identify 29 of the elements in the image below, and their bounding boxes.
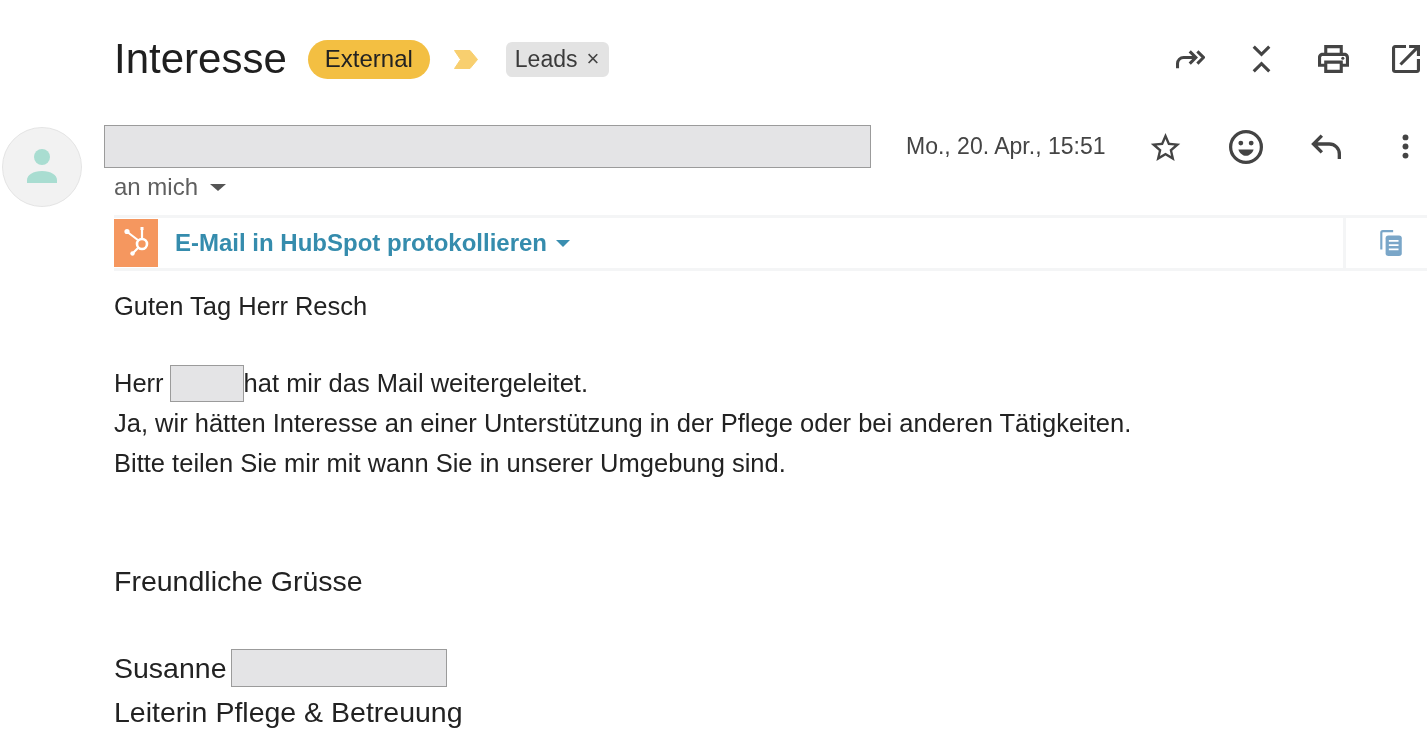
body-text: Herr bbox=[114, 368, 164, 398]
body-text: Bitte teilen Sie mir mit wann Sie in unserer Umgebung sind. bbox=[114, 448, 786, 478]
body-text: Ja, wir hätten Interesse an einer Unterstützung in der Pflege oder bei anderen Tätigkeiten. bbox=[114, 408, 1132, 438]
documents-icon[interactable] bbox=[1379, 229, 1403, 257]
print-icon[interactable] bbox=[1318, 45, 1349, 73]
label-chip[interactable]: External bbox=[307, 39, 430, 79]
caret-icon[interactable] bbox=[210, 183, 227, 191]
star-icon[interactable] bbox=[1150, 131, 1182, 162]
body-text: hat mir das Mail weitergeleitet. bbox=[243, 368, 588, 398]
body-text: Freundliche Grüsse bbox=[114, 565, 363, 598]
more-icon[interactable] bbox=[1402, 134, 1410, 159]
collapse-icon[interactable] bbox=[1252, 45, 1271, 73]
importance-marker-icon[interactable] bbox=[453, 49, 478, 69]
body-text: Guten Tag Herr Resch bbox=[114, 291, 368, 321]
caret-icon[interactable] bbox=[556, 239, 570, 247]
avatar-icon bbox=[2, 127, 82, 207]
label-chip[interactable]: Leads × bbox=[505, 41, 610, 77]
forward-all-icon[interactable] bbox=[1176, 49, 1205, 69]
message-date: Mo., 20. Apr., 15:51 bbox=[906, 133, 1106, 160]
reply-icon[interactable] bbox=[1311, 134, 1342, 159]
external-link-icon[interactable] bbox=[1392, 45, 1420, 73]
smiley-icon[interactable] bbox=[1229, 129, 1264, 164]
log-email-button[interactable]: E-Mail in HubSpot protokollieren bbox=[175, 229, 570, 257]
signature-text: Susanne bbox=[114, 651, 227, 685]
subject-title: Interesse bbox=[114, 38, 287, 80]
label-text: Leads bbox=[514, 45, 578, 73]
remove-label-button[interactable]: × bbox=[586, 48, 600, 70]
signature-text: Leiterin Pflege & Betreuung bbox=[114, 695, 463, 729]
recipient-text[interactable]: an mich bbox=[114, 173, 199, 201]
